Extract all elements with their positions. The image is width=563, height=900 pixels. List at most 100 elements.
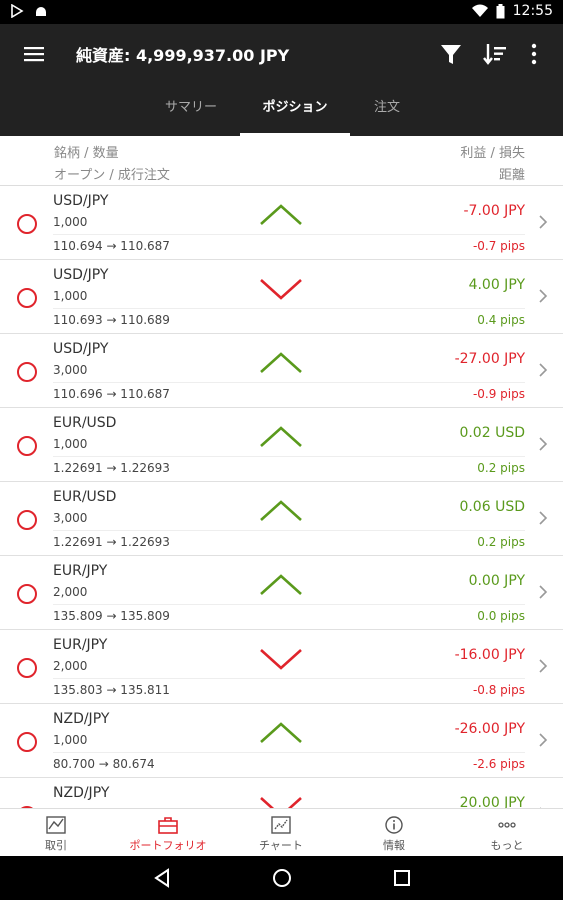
row-divider: [53, 308, 525, 309]
position-distance: -2.6 pips: [472, 757, 525, 771]
nav-chart[interactable]: チャート: [225, 809, 337, 857]
system-navigation-bar: [0, 856, 563, 900]
header-open-market: オープン / 成行注文: [54, 168, 170, 183]
chevron-right-icon: [539, 659, 548, 673]
tab-bar: サマリー ポジション 注文: [0, 84, 563, 136]
position-profit-loss: 0.00 JPY: [468, 573, 525, 589]
battery-icon: [496, 3, 505, 18]
close-position-circle-icon[interactable]: [17, 362, 37, 382]
sell-arrow-down-icon: [260, 649, 302, 670]
nav-info[interactable]: 情報: [338, 809, 450, 857]
position-symbol: EUR/JPY: [53, 637, 108, 653]
position-quantity: 3,000: [53, 511, 88, 525]
position-quantity: 1,000: [53, 733, 88, 747]
positions-list: USD/JPY 1,000 110.694 → 110.687 -7.00 JP…: [0, 186, 563, 808]
home-icon[interactable]: [270, 866, 294, 890]
nav-portfolio[interactable]: ポートフォリオ: [112, 809, 224, 857]
tab-summary-label: サマリー: [164, 100, 217, 115]
back-icon[interactable]: [150, 866, 174, 890]
header-profit-loss: 利益 / 損失: [460, 146, 525, 161]
position-row[interactable]: USD/JPY 1,000 110.694 → 110.687 -7.00 JP…: [0, 186, 563, 260]
more-icon: [498, 822, 516, 828]
position-row[interactable]: EUR/USD 1,000 1.22691 → 1.22693 0.02 USD…: [0, 408, 563, 482]
position-profit-loss: 4.00 JPY: [468, 277, 525, 293]
row-divider: [53, 382, 525, 383]
android-icon: [36, 7, 46, 16]
close-position-circle-icon[interactable]: [17, 510, 37, 530]
position-profit-loss: -26.00 JPY: [454, 721, 525, 737]
position-quantity: 1,000: [53, 289, 88, 303]
close-position-circle-icon[interactable]: [17, 288, 37, 308]
tab-orders-label: 注文: [373, 100, 400, 115]
position-row[interactable]: USD/JPY 1,000 110.693 → 110.689 4.00 JPY…: [0, 260, 563, 334]
buy-arrow-up-icon: [260, 574, 302, 595]
position-quantity: 1,000: [53, 215, 88, 229]
nav-portfolio-label: ポートフォリオ: [129, 839, 207, 852]
tab-orders[interactable]: 注文: [350, 84, 424, 136]
position-distance: 0.2 pips: [477, 461, 525, 475]
app-bar: 純資産: 4,999,937.00 JPY: [0, 24, 563, 84]
row-divider: [53, 456, 525, 457]
position-distance: 0.0 pips: [477, 609, 525, 623]
position-row[interactable]: EUR/JPY 2,000 135.809 → 135.809 0.00 JPY…: [0, 556, 563, 630]
position-rate: 1.22691 → 1.22693: [53, 535, 170, 549]
nav-more-label: もっと: [490, 839, 524, 852]
position-symbol: USD/JPY: [53, 341, 109, 357]
row-divider: [53, 752, 525, 753]
position-symbol: EUR/USD: [53, 415, 117, 431]
close-position-circle-icon[interactable]: [17, 584, 37, 604]
position-row[interactable]: EUR/JPY 2,000 135.803 → 135.811 -16.00 J…: [0, 630, 563, 704]
buy-arrow-up-icon: [260, 352, 302, 373]
position-symbol: EUR/JPY: [53, 563, 108, 579]
tab-summary[interactable]: サマリー: [130, 84, 252, 136]
chevron-right-icon: [539, 215, 548, 229]
trade-icon: [46, 816, 66, 834]
position-profit-loss: -7.00 JPY: [463, 203, 526, 219]
column-header: 銘柄 / 数量 オープン / 成行注文 利益 / 損失 距離: [0, 136, 563, 186]
chevron-right-icon: [539, 363, 548, 377]
position-row[interactable]: USD/JPY 3,000 110.696 → 110.687 -27.00 J…: [0, 334, 563, 408]
position-rate: 110.694 → 110.687: [53, 239, 170, 253]
position-profit-loss: -27.00 JPY: [454, 351, 525, 367]
position-rate: 1.22691 → 1.22693: [53, 461, 170, 475]
close-position-circle-icon[interactable]: [17, 436, 37, 456]
position-distance: 0.4 pips: [477, 313, 525, 327]
position-distance: -0.8 pips: [472, 683, 525, 697]
row-divider: [53, 530, 525, 531]
close-position-circle-icon[interactable]: [17, 732, 37, 752]
close-position-circle-icon[interactable]: [17, 658, 37, 678]
overflow-menu-icon[interactable]: [520, 40, 548, 68]
chevron-right-icon: [539, 289, 548, 303]
filter-icon[interactable]: [437, 40, 465, 68]
sell-arrow-down-icon: [260, 279, 302, 300]
position-profit-loss: 0.06 USD: [459, 499, 525, 515]
nav-more[interactable]: もっと: [451, 809, 563, 857]
play-store-icon: [11, 4, 24, 18]
position-rate: 135.803 → 135.811: [53, 683, 170, 697]
position-distance: 0.2 pips: [477, 535, 525, 549]
row-divider: [53, 234, 525, 235]
position-profit-loss: 20.00 JPY: [459, 795, 525, 808]
hamburger-menu-icon[interactable]: [22, 42, 46, 66]
position-row[interactable]: NZD/JPY 1,000 80.700 → 80.674 -26.00 JPY…: [0, 704, 563, 778]
close-position-circle-icon[interactable]: [17, 214, 37, 234]
position-quantity: 2,000: [53, 585, 88, 599]
sort-icon[interactable]: [481, 40, 509, 68]
briefcase-icon: [158, 817, 178, 834]
position-profit-loss: 0.02 USD: [459, 425, 525, 441]
position-symbol: USD/JPY: [53, 267, 109, 283]
buy-arrow-up-icon: [260, 204, 302, 225]
position-row[interactable]: NZD/JPY 20.00 JPY: [0, 778, 563, 808]
sell-arrow-down-icon: [260, 797, 302, 808]
recent-apps-icon[interactable]: [390, 866, 414, 890]
row-divider: [53, 678, 525, 679]
position-distance: -0.9 pips: [472, 387, 525, 401]
nav-trade[interactable]: 取引: [0, 809, 112, 857]
net-assets-title: 純資産: 4,999,937.00 JPY: [76, 46, 290, 65]
position-symbol: NZD/JPY: [53, 785, 110, 801]
wifi-icon: [471, 4, 488, 17]
position-row[interactable]: EUR/USD 3,000 1.22691 → 1.22693 0.06 USD…: [0, 482, 563, 556]
position-symbol: USD/JPY: [53, 193, 109, 209]
tab-positions[interactable]: ポジション: [240, 84, 350, 136]
nav-trade-label: 取引: [45, 839, 67, 852]
